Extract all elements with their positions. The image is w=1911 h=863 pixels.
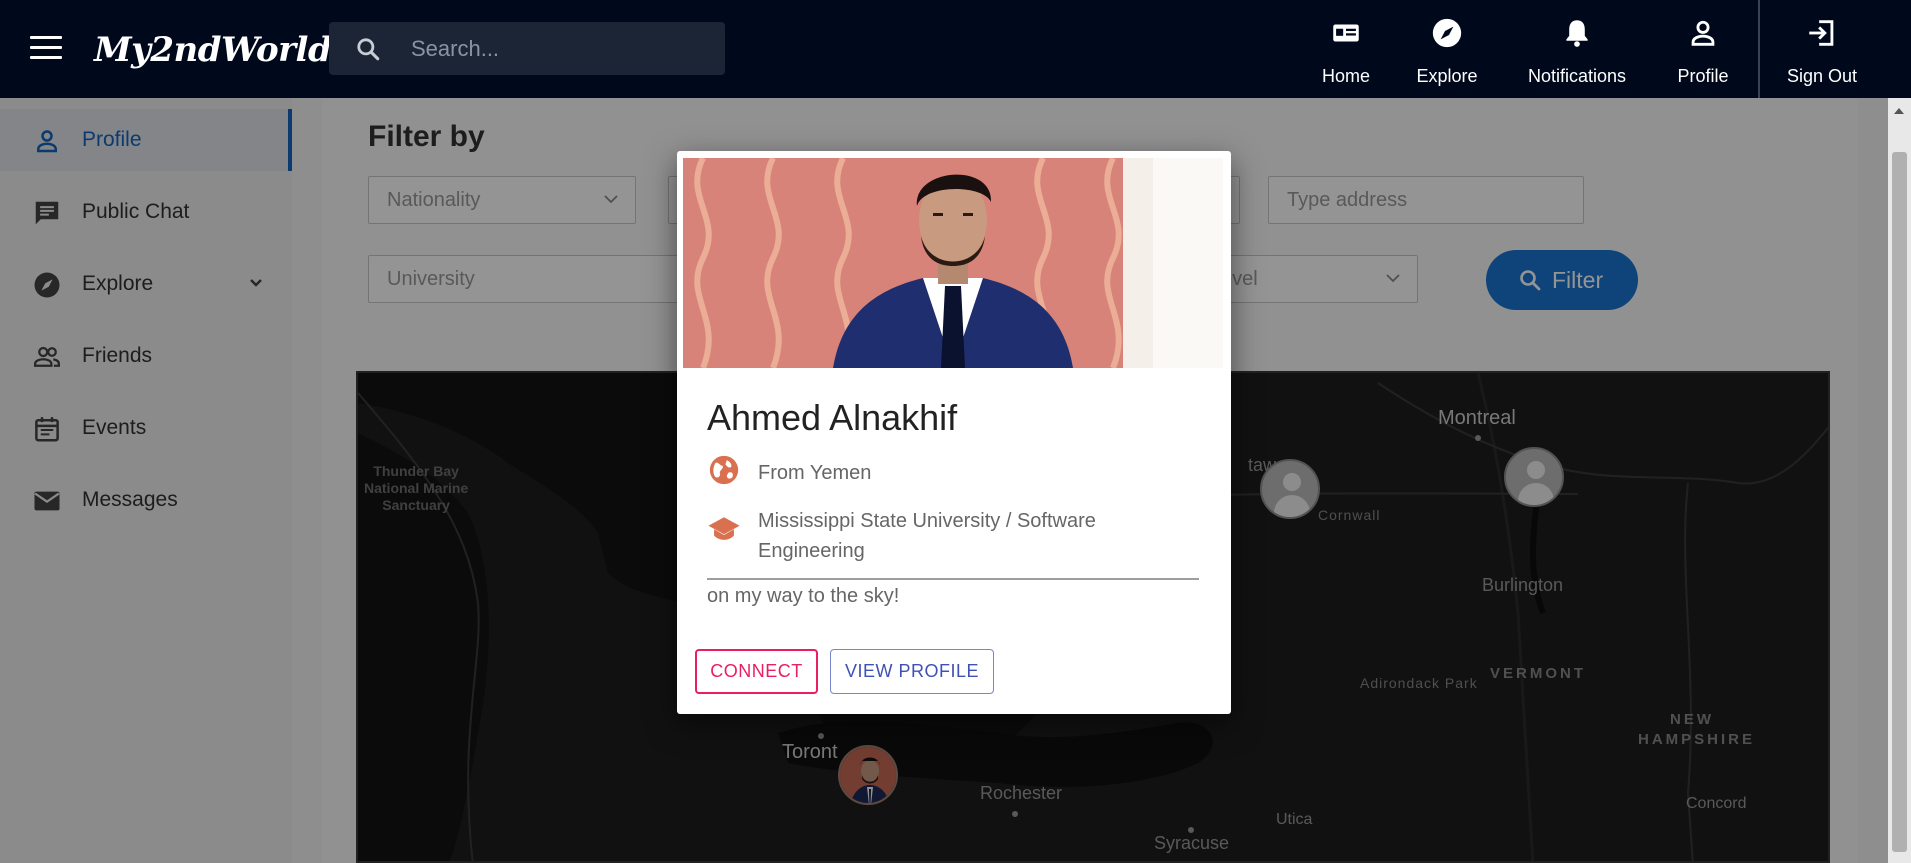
bell-icon	[1566, 20, 1588, 47]
app-logo[interactable]: My2ndWorld	[94, 30, 332, 70]
search-input[interactable]	[411, 22, 711, 75]
scrollbar-thumb[interactable]	[1892, 152, 1907, 852]
profile-bio: on my way to the sky!	[707, 585, 900, 607]
nav-notifications[interactable]: Notifications	[1518, 0, 1636, 98]
search-box[interactable]	[329, 22, 725, 75]
nav-profile[interactable]: Profile	[1672, 0, 1734, 98]
profile-card-modal: Ahmed Alnakhif From Yemen Mississippi St…	[677, 151, 1231, 714]
menu-icon[interactable]	[30, 36, 62, 60]
profile-name: Ahmed Alnakhif	[707, 397, 958, 438]
graduation-cap-icon	[708, 517, 740, 540]
nav-home-label: Home	[1321, 66, 1370, 86]
id-card-icon	[1333, 24, 1359, 42]
scroll-up-arrow-icon[interactable]	[1894, 108, 1904, 114]
page-scrollbar[interactable]	[1888, 98, 1911, 863]
person-icon	[1691, 20, 1715, 46]
search-icon	[357, 38, 380, 61]
nav-sign-out-label: Sign Out	[1786, 66, 1858, 86]
globe-icon	[709, 455, 739, 485]
card-divider	[707, 578, 1199, 580]
nav-explore[interactable]: Explore	[1408, 0, 1486, 98]
nav-profile-label: Profile	[1677, 66, 1729, 86]
nav-home[interactable]: Home	[1314, 0, 1378, 98]
profile-photo	[683, 158, 1223, 368]
nav-divider	[1758, 0, 1760, 98]
exit-icon	[1809, 20, 1834, 46]
view-profile-button[interactable]: VIEW PROFILE	[830, 649, 994, 694]
compass-icon	[1432, 18, 1462, 48]
nationality-text: From Yemen	[758, 462, 872, 484]
nav-explore-label: Explore	[1416, 66, 1478, 86]
profile-photo-image	[683, 158, 1223, 368]
education-text: Mississippi State University / Software …	[758, 510, 1096, 562]
top-app-bar: My2ndWorld Home Explore Notifications Pr…	[0, 0, 1911, 98]
connect-button[interactable]: CONNECT	[695, 649, 818, 694]
nav-sign-out[interactable]: Sign Out	[1780, 0, 1864, 98]
nav-notifications-label: Notifications	[1527, 66, 1627, 86]
